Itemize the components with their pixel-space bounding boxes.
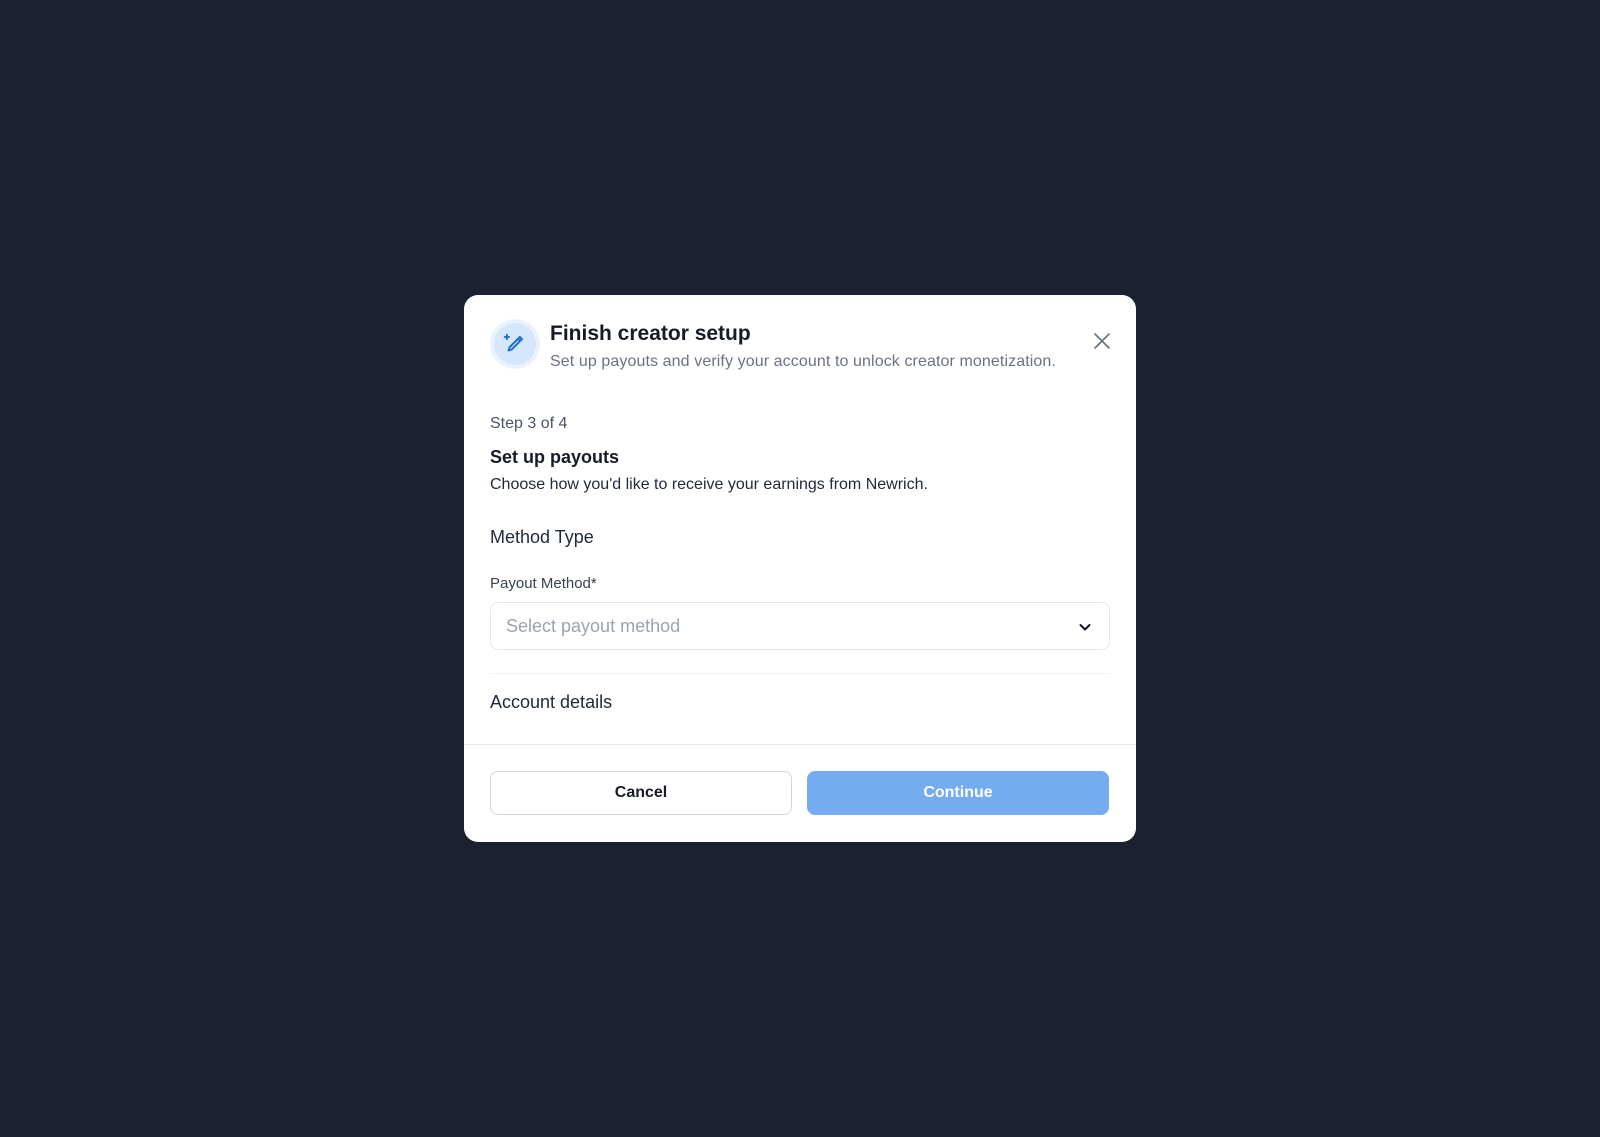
header-icon-badge-inner bbox=[494, 323, 536, 365]
continue-button[interactable]: Continue bbox=[807, 771, 1109, 815]
step-indicator: Step 3 of 4 bbox=[490, 415, 568, 432]
chevron-down-icon bbox=[1079, 624, 1091, 631]
account-details-heading: Account details bbox=[490, 692, 613, 712]
section-title: Set up payouts bbox=[490, 447, 620, 467]
pencil-sparkle-icon bbox=[503, 333, 524, 352]
section-divider bbox=[490, 673, 1110, 674]
close-button[interactable] bbox=[1088, 327, 1116, 355]
footer-divider bbox=[464, 744, 1136, 745]
modal-title: Finish creator setup bbox=[550, 322, 751, 345]
cancel-button[interactable]: Cancel bbox=[490, 771, 792, 815]
header-icon-badge bbox=[490, 319, 540, 369]
modal-header: Finish creator setup Set up payouts and … bbox=[490, 319, 1110, 375]
payout-method-label: Payout Method* bbox=[490, 575, 597, 592]
close-icon bbox=[1094, 333, 1110, 349]
payout-method-select[interactable]: Select payout method bbox=[490, 602, 1110, 650]
section-description: Choose how you'd like to receive your ea… bbox=[490, 476, 928, 493]
payout-method-placeholder: Select payout method bbox=[506, 616, 681, 636]
method-type-heading: Method Type bbox=[490, 527, 594, 547]
modal-subtitle: Set up payouts and verify your account t… bbox=[550, 353, 1056, 370]
creator-setup-modal: Finish creator setup Set up payouts and … bbox=[464, 295, 1136, 842]
